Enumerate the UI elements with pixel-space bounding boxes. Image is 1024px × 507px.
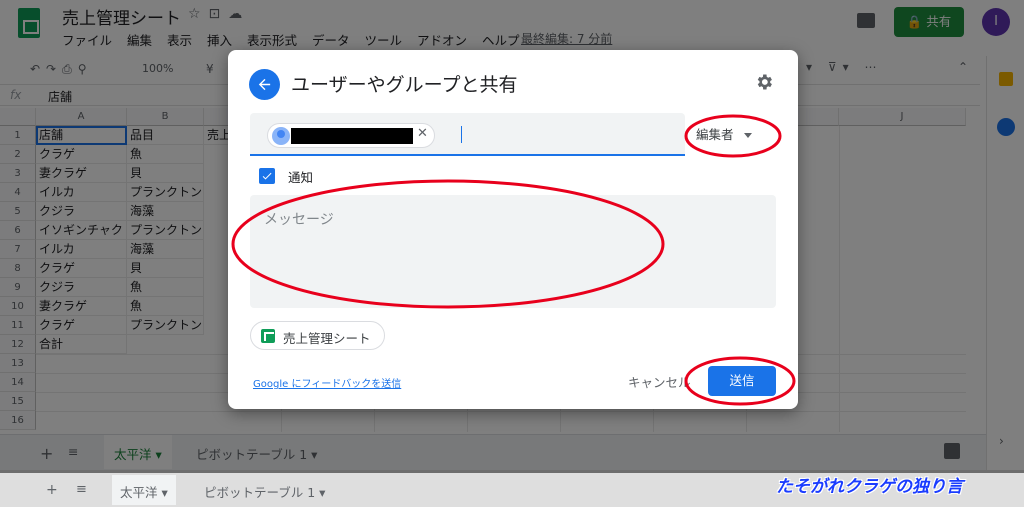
text-caret xyxy=(461,126,462,143)
add-sheet-icon: + xyxy=(46,482,58,498)
blog-watermark: たそがれクラゲの独り言 xyxy=(776,477,963,497)
role-dropdown-label: 編集者 xyxy=(696,127,734,142)
sheet-tab-pacific: 太平洋 ▾ xyxy=(112,475,176,505)
back-button[interactable] xyxy=(249,69,280,100)
share-dialog: ユーザーやグループと共有 ✕ 編集者 通知 売上管理シート Google にフィ… xyxy=(228,50,798,409)
sheet-tab-label: 太平洋 xyxy=(120,485,158,500)
feedback-link[interactable]: Google にフィードバックを送信 xyxy=(253,375,401,390)
dialog-title: ユーザーやグループと共有 xyxy=(291,74,518,96)
redacted-email xyxy=(291,128,413,144)
send-button[interactable]: 送信 xyxy=(708,366,776,396)
notify-label: 通知 xyxy=(288,170,314,185)
close-icon[interactable]: ✕ xyxy=(417,126,428,141)
recipient-input[interactable]: ✕ xyxy=(250,113,685,156)
dropdown-arrow-icon xyxy=(743,133,752,138)
back-arrow-icon xyxy=(258,78,271,91)
role-dropdown[interactable]: 編集者 xyxy=(696,124,752,143)
checkbox-icon xyxy=(262,172,272,180)
file-name: 売上管理シート xyxy=(283,331,371,346)
recipient-avatar-icon xyxy=(272,127,290,145)
file-chip[interactable]: 売上管理シート xyxy=(250,321,385,350)
recipient-chip[interactable]: ✕ xyxy=(267,123,435,148)
cancel-button[interactable]: キャンセル xyxy=(628,372,691,391)
message-textarea[interactable] xyxy=(250,195,776,308)
sheets-file-icon xyxy=(261,329,275,343)
sheet-tab-label: ピボットテーブル 1 xyxy=(204,485,316,500)
all-sheets-icon: ≡ xyxy=(76,482,87,497)
notify-checkbox[interactable] xyxy=(259,168,275,184)
settings-gear-icon[interactable] xyxy=(754,72,774,96)
sheet-tab-pivot: ピボットテーブル 1 ▾ xyxy=(204,485,326,500)
